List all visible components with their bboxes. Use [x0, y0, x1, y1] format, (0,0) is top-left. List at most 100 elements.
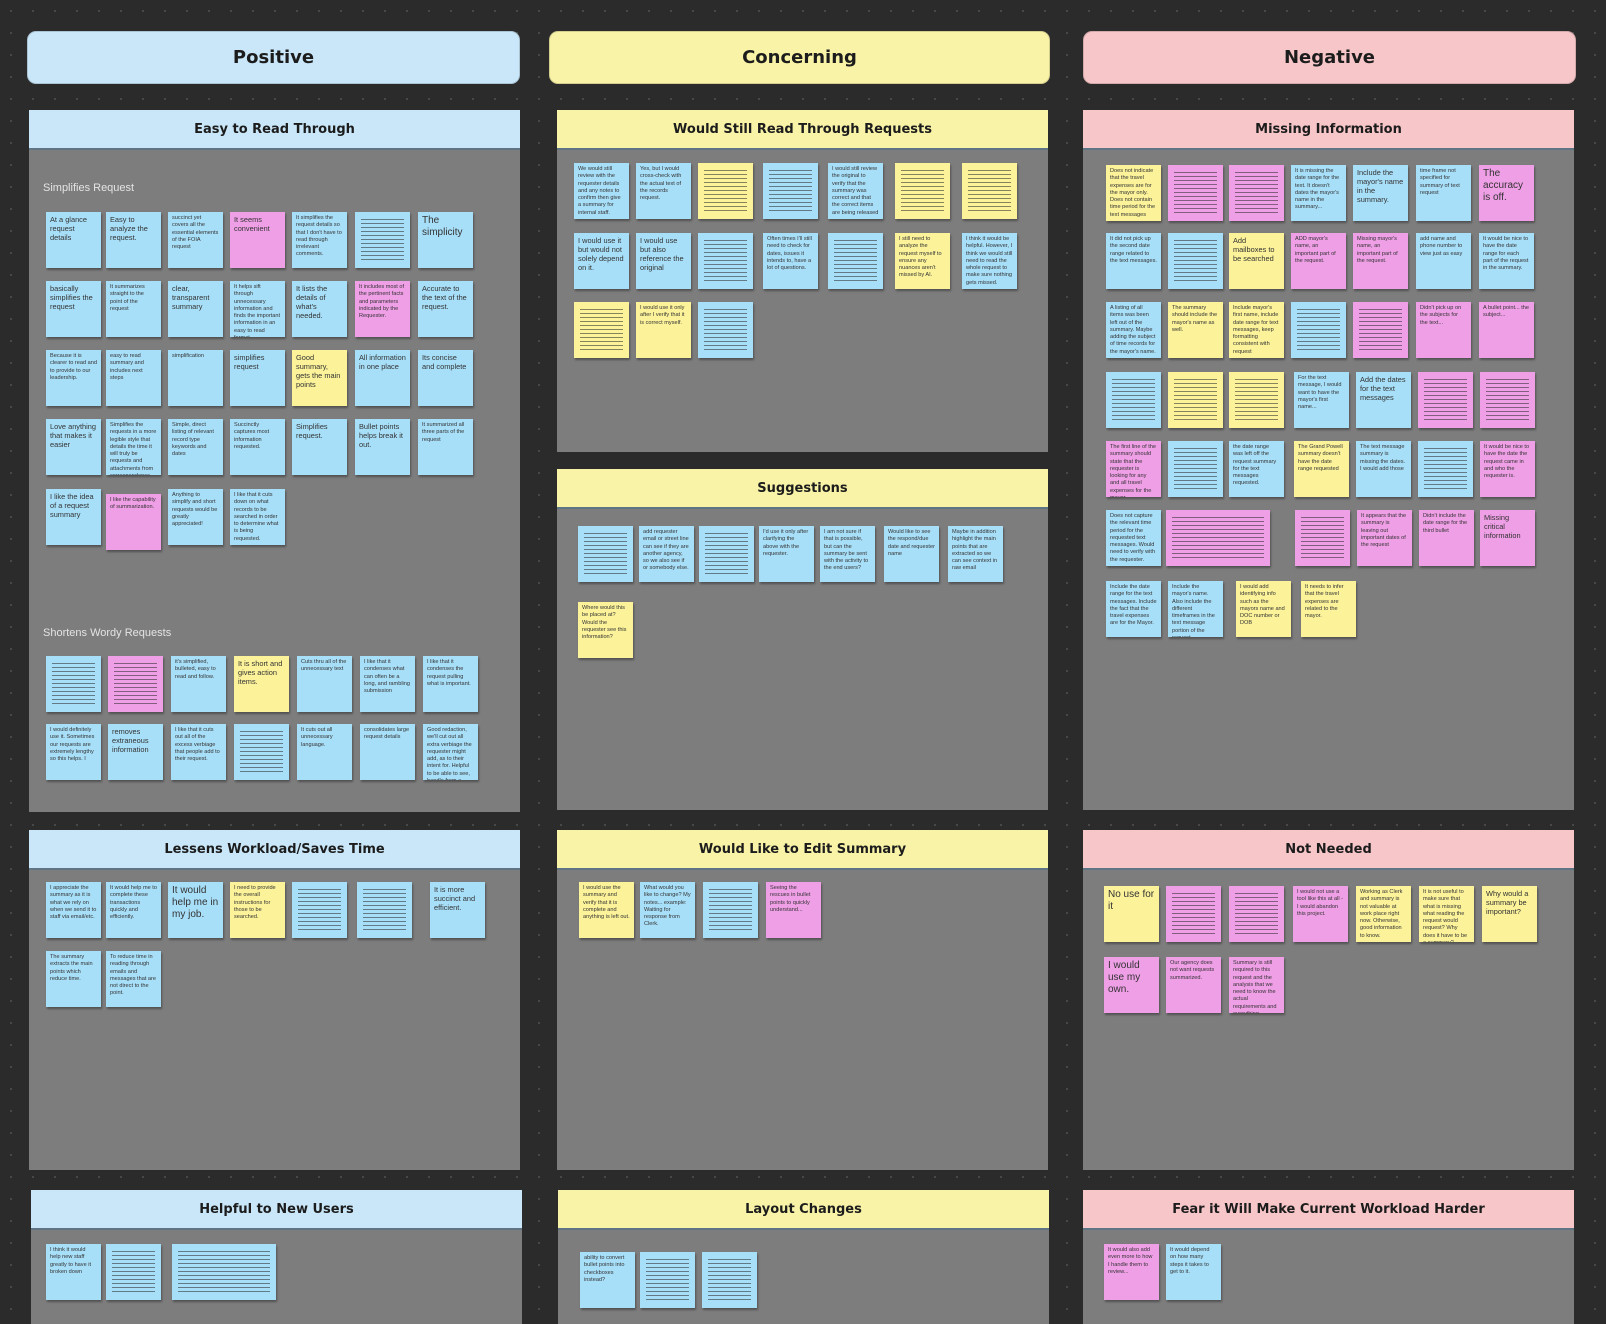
- sticky-note[interactable]: Add mailboxes to be searched: [1229, 233, 1284, 289]
- sticky-note[interactable]: Love anything that makes it easier: [46, 419, 101, 475]
- sticky-note[interactable]: I would use my own.: [1104, 957, 1159, 1013]
- sticky-note[interactable]: I would use it but would not solely depe…: [574, 233, 629, 289]
- section-lessens-workload[interactable]: Lessens Workload/Saves Time: [29, 830, 520, 1170]
- sticky-note[interactable]: Its concise and complete: [418, 350, 473, 406]
- sticky-note[interactable]: It is more succinct and efficient.: [430, 882, 485, 938]
- sticky-note[interactable]: easy to read summary and includes next s…: [106, 350, 161, 406]
- sticky-note[interactable]: I like that it condenses what can often …: [360, 656, 415, 712]
- sticky-note[interactable]: Summary is still required to this reques…: [1229, 957, 1284, 1013]
- sticky-note-unreadable[interactable]: [1166, 886, 1221, 942]
- sticky-note[interactable]: I would use the summary and verify that …: [579, 882, 634, 938]
- sticky-note[interactable]: Easy to analyze the request.: [106, 212, 161, 268]
- sticky-note[interactable]: I like that it cuts out all of the exces…: [171, 724, 226, 780]
- sticky-note[interactable]: Because it is clearer to read and to pro…: [46, 350, 101, 406]
- sticky-note[interactable]: Would like to see the respond/due date a…: [884, 526, 939, 582]
- sticky-note[interactable]: It simplifies the request details so tha…: [292, 212, 347, 268]
- sticky-note[interactable]: Include the date range for the text mess…: [1106, 581, 1161, 637]
- sticky-note-unreadable[interactable]: [763, 163, 818, 219]
- sticky-note[interactable]: It would help me in my job.: [168, 882, 223, 938]
- sticky-note[interactable]: Simplifies the requests in a more legibl…: [106, 419, 161, 475]
- sticky-note[interactable]: ADD mayor's name, an important part of t…: [1291, 233, 1346, 289]
- sticky-note-unreadable[interactable]: [578, 526, 633, 582]
- sticky-note[interactable]: I would use but also reference the origi…: [636, 233, 691, 289]
- sticky-note[interactable]: I like the capability of summarization.: [106, 494, 161, 550]
- sticky-note[interactable]: clear, transparent summary: [168, 281, 223, 337]
- sticky-note[interactable]: It includes most of the pertinent facts …: [355, 281, 410, 337]
- sticky-note[interactable]: Good summary, gets the main points: [292, 350, 347, 406]
- sticky-note[interactable]: It would help me to complete these trans…: [106, 882, 161, 938]
- sticky-note[interactable]: I like the idea of a request summary: [46, 489, 101, 545]
- sticky-note[interactable]: Does not indicate that the travel expens…: [1106, 165, 1161, 221]
- sticky-note[interactable]: I like that it cuts down on what records…: [230, 489, 285, 545]
- sticky-note[interactable]: It is missing the date range for the tex…: [1291, 165, 1346, 221]
- sticky-note[interactable]: It would be nice to have the date range …: [1479, 233, 1534, 289]
- sticky-note[interactable]: I still need to analyze the request myse…: [895, 233, 950, 289]
- sticky-note[interactable]: Why would a summary be important?: [1482, 886, 1537, 942]
- sticky-note[interactable]: Our agency does not want requests summar…: [1166, 957, 1221, 1013]
- sticky-note[interactable]: The accuracy is off.: [1479, 165, 1534, 221]
- sticky-note[interactable]: It needs to infer that the travel expens…: [1301, 581, 1356, 637]
- sticky-note[interactable]: Simple, direct listing of relevant recor…: [168, 419, 223, 475]
- sticky-note[interactable]: Where would this be placed at? Would the…: [578, 602, 633, 658]
- sticky-note[interactable]: Succinctly captures most information req…: [230, 419, 285, 475]
- sticky-note[interactable]: What would you like to change? My notes.…: [640, 882, 695, 938]
- sticky-note[interactable]: I would definitely use it. Sometimes our…: [46, 724, 101, 780]
- sticky-note[interactable]: It would also add even more to how I han…: [1104, 1244, 1159, 1300]
- sticky-note-unreadable[interactable]: [106, 1244, 161, 1300]
- sticky-note-unreadable[interactable]: [1295, 510, 1350, 566]
- sticky-note[interactable]: the date range was left off the request …: [1229, 441, 1284, 497]
- sticky-note-unreadable[interactable]: [702, 1252, 757, 1308]
- sticky-note[interactable]: I would still review the original to ver…: [828, 163, 883, 219]
- sticky-note[interactable]: basically simplifies the request: [46, 281, 101, 337]
- sticky-note-unreadable[interactable]: [1229, 886, 1284, 942]
- sticky-note[interactable]: For the text message, I would want to ha…: [1294, 372, 1349, 428]
- sticky-note[interactable]: Include mayor's first name, include date…: [1229, 302, 1284, 358]
- sticky-note[interactable]: Include the mayor's name in the summary.: [1353, 165, 1408, 221]
- sticky-note-unreadable[interactable]: [46, 656, 101, 712]
- sticky-note-unreadable[interactable]: [1418, 372, 1473, 428]
- sticky-note[interactable]: Good redaction, we'll cut out all extra …: [423, 724, 478, 780]
- sticky-note-unreadable[interactable]: [1168, 233, 1223, 289]
- sticky-note[interactable]: Often times I'll still need to check for…: [763, 233, 818, 289]
- sticky-note[interactable]: removes extraneous information: [108, 724, 163, 780]
- sticky-note[interactable]: Yes, but I would cross-check with the ac…: [636, 163, 691, 219]
- sticky-note[interactable]: We would still review with the requester…: [574, 163, 629, 219]
- sticky-note[interactable]: I would not use a tool like this at all …: [1293, 886, 1348, 942]
- sticky-note[interactable]: It cuts out all unnecessary language.: [297, 724, 352, 780]
- section-would-like-to-edit[interactable]: Would Like to Edit Summary: [557, 830, 1048, 1170]
- sticky-note[interactable]: It summarizes straight to the point of t…: [106, 281, 161, 337]
- sticky-note[interactable]: It would depend on how many steps it tak…: [1166, 1244, 1221, 1300]
- sticky-note-unreadable[interactable]: [698, 233, 753, 289]
- sticky-note-unreadable[interactable]: [234, 724, 289, 780]
- sticky-note[interactable]: simplifies request: [230, 350, 285, 406]
- sticky-note[interactable]: The Grand Powell summary doesn't have th…: [1294, 441, 1349, 497]
- sticky-note[interactable]: The summary extracts the main points whi…: [46, 951, 101, 1007]
- sticky-note[interactable]: Simplifies request.: [292, 419, 347, 475]
- sticky-note[interactable]: At a glance request details: [46, 212, 101, 268]
- sticky-note[interactable]: I think it would be helpful. However, I …: [962, 233, 1017, 289]
- sticky-note-unreadable[interactable]: [699, 526, 754, 582]
- sticky-note[interactable]: time frame not specified for summary of …: [1416, 165, 1471, 221]
- sticky-note[interactable]: It is not useful to make sure that what …: [1419, 886, 1474, 942]
- sticky-note[interactable]: I'd use it only after clarifying the abo…: [759, 526, 814, 582]
- column-header-concerning[interactable]: Concerning: [549, 31, 1050, 84]
- sticky-note[interactable]: A listing of all items was been left out…: [1106, 302, 1161, 358]
- sticky-note[interactable]: I would use it only after I verify that …: [636, 302, 691, 358]
- sticky-note-unreadable[interactable]: [1353, 302, 1408, 358]
- sticky-note-unreadable[interactable]: [1229, 165, 1284, 221]
- sticky-note-unreadable[interactable]: [292, 882, 347, 938]
- sticky-note-unreadable[interactable]: [895, 163, 950, 219]
- sticky-note-unreadable[interactable]: [1168, 165, 1223, 221]
- sticky-note[interactable]: The simplicity: [418, 212, 473, 268]
- sticky-note[interactable]: No use for it: [1104, 886, 1159, 942]
- sticky-note-unreadable[interactable]: [357, 882, 412, 938]
- sticky-note[interactable]: It summarized all three parts of the req…: [418, 419, 473, 475]
- sticky-note[interactable]: I would add identifying info such as the…: [1236, 581, 1291, 637]
- column-header-negative[interactable]: Negative: [1083, 31, 1576, 84]
- sticky-note[interactable]: it's simplified, bulleted, easy to read …: [171, 656, 226, 712]
- sticky-note[interactable]: succinct yet covers all the essential el…: [168, 212, 223, 268]
- sticky-note-unreadable[interactable]: [698, 163, 753, 219]
- sticky-note[interactable]: All information in one place: [355, 350, 410, 406]
- sticky-note[interactable]: To reduce time in reading through emails…: [106, 951, 161, 1007]
- sticky-note[interactable]: It helps sift through unnecessary inform…: [230, 281, 285, 337]
